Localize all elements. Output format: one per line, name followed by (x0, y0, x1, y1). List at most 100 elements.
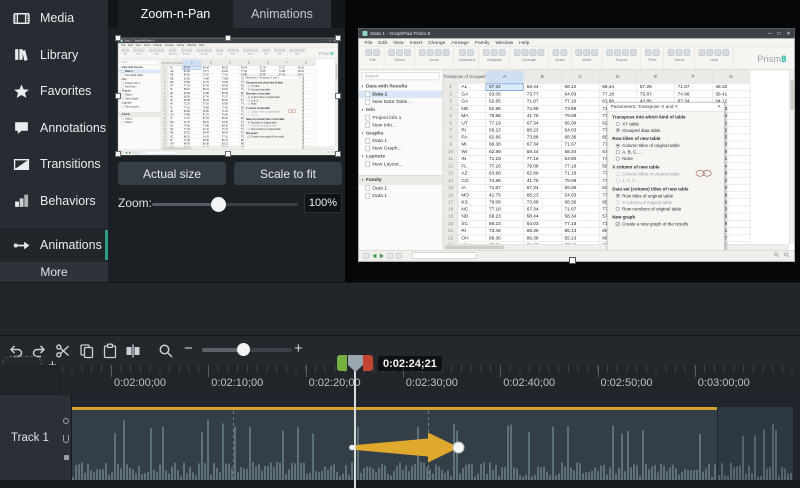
radio-unchecked (616, 178, 620, 182)
selection-handle[interactable] (225, 35, 231, 41)
tab-zoom-n-pan[interactable]: Zoom-n-Pan (118, 0, 233, 28)
column-header: G (712, 70, 750, 83)
data-cell: 73.48 (486, 227, 524, 234)
data-cell: 73.88 (523, 134, 561, 141)
playhead-handle[interactable] (348, 355, 363, 377)
favorites-icon (13, 83, 30, 100)
prism-logo: Prism8 (319, 51, 336, 56)
row-number-cell: 22 (443, 235, 458, 242)
selection-handle[interactable] (115, 35, 121, 41)
playhead-in-handle[interactable] (337, 355, 347, 371)
toolbar-group-label: Write (582, 57, 591, 61)
library-icon (13, 46, 30, 63)
toolbar-group-icons (459, 49, 473, 55)
selection-handle[interactable] (335, 151, 341, 157)
data-cell: 71.87 (523, 98, 561, 105)
ruler-major-tick (695, 365, 696, 377)
timeline-zoom-in-button[interactable]: + (294, 340, 303, 357)
video-canvas[interactable]: Data 1 - GraphPad Prism 8─□✕FileEditView… (345, 0, 800, 282)
prism-logo: Prism8 (757, 54, 791, 64)
row-number-cell: 1 (443, 83, 458, 90)
selection-handle[interactable] (225, 151, 231, 157)
toolbar-group-label: Undo (154, 53, 159, 55)
magnifier-icon (327, 150, 330, 155)
option-label: Column titles of original table (622, 143, 679, 148)
toolbar-icon (149, 49, 152, 52)
radio-checked (616, 194, 620, 198)
family-name: Family (366, 177, 382, 182)
tab-animations[interactable]: Animations (233, 0, 331, 28)
option-label: 1, 2, 3, ... (622, 178, 641, 183)
timeline-zoom-out-button[interactable]: − (184, 340, 193, 357)
ruler-tick-label: 0:02:20;00 (309, 377, 361, 389)
toolbar-group-icons (149, 49, 164, 52)
playhead-out-handle[interactable] (363, 355, 373, 371)
zoom-slider-knob[interactable] (211, 197, 226, 212)
dialog-section: Row titles of new tableColumn titles of … (607, 133, 724, 161)
canvas-selection-handle[interactable] (569, 257, 576, 264)
toolbar-group-label: Export (248, 53, 254, 55)
zoom-n-pan-preview[interactable]: Data 1 - GraphPad Prism 8─□✕FileEditView… (118, 38, 338, 155)
toolbar-group-icons (576, 49, 598, 55)
zoom-n-pan-preview-frame: Data 1 - GraphPad Prism 8─□✕FileEditView… (118, 38, 338, 155)
prism-navigator: Search▾Data with ResultsData 1New Data T… (118, 59, 161, 150)
paste-icon[interactable] (102, 343, 118, 359)
selection-handle[interactable] (115, 151, 121, 157)
sidebar-item-annotations[interactable]: Annotations (0, 110, 108, 147)
data-cell: 74.98 (674, 91, 712, 98)
prism-title-text: Data 1 - GraphPad Prism 8 (370, 31, 430, 36)
video-frame[interactable]: Data 1 - GraphPad Prism 8─□✕FileEditView… (358, 28, 795, 262)
sidebar-item-behaviors[interactable]: Behaviors (0, 183, 108, 220)
family-item-label: Data 1 (125, 121, 132, 124)
actual-size-button[interactable]: Actual size (118, 162, 226, 185)
caret-down-icon: ▾ (120, 113, 121, 115)
data-cell: 68.38 (486, 141, 524, 148)
toolbar-group-undo: Undo (415, 48, 454, 69)
row-title-cell: IN (458, 155, 486, 162)
toolbar-icon (553, 49, 559, 55)
sidebar-item-media[interactable]: Media (0, 0, 108, 37)
cut-icon[interactable] (55, 343, 71, 359)
sidebar-item-favorites[interactable]: Favorites (0, 73, 108, 110)
nav-item: New Graph... (358, 145, 442, 152)
dialog-option: None (246, 102, 300, 105)
selection-handle[interactable] (335, 35, 341, 41)
scale-to-fit-button[interactable]: Scale to fit (234, 162, 342, 185)
timeline-zoom-slider-knob[interactable] (237, 343, 250, 356)
toolbar-group-label: Change (522, 57, 536, 61)
data-cell: 67.34 (523, 141, 561, 148)
option-label: None (251, 102, 256, 105)
prism-titlebar: Data 1 - GraphPad Prism 8─□✕ (358, 28, 794, 38)
row-number-cell: 19 (443, 213, 458, 220)
selection-handle[interactable] (115, 93, 121, 99)
status-icon (396, 253, 401, 258)
toolbar-icon (251, 49, 254, 52)
menu-window: Window (493, 40, 517, 45)
split-icon[interactable] (125, 343, 141, 359)
row-number-cell: 17 (443, 199, 458, 206)
close-icon: ✕ (786, 31, 790, 36)
prism-title-text: Data 1 - GraphPad Prism 8 (124, 39, 154, 42)
toolbar-group-icons (419, 49, 449, 55)
data-cell: 73.88 (523, 199, 561, 206)
zoom-value-field[interactable]: 100% (304, 193, 342, 213)
copy-icon[interactable] (79, 343, 95, 359)
column-header: A (486, 70, 524, 83)
selection-handle[interactable] (335, 93, 341, 99)
nav-forward-icon (129, 151, 131, 154)
toolbar-icon (467, 49, 473, 55)
menu-edit: Edit (375, 40, 390, 45)
toolbar-icon (294, 49, 297, 52)
sidebar-item-animations[interactable]: Animations (0, 228, 108, 262)
row-title-cell: UT (458, 119, 486, 126)
radio-checked (616, 128, 620, 132)
sidebar-item-label: Media (40, 11, 74, 25)
data-cell: 77.18 (599, 91, 637, 98)
sidebar-item-transitions[interactable]: Transitions (0, 146, 108, 183)
sidebar-more-button[interactable]: More (0, 262, 108, 282)
nav-section-header: ▾Graphs (358, 129, 442, 137)
sidebar-item-library[interactable]: Library (0, 37, 108, 74)
prism-statusbar (358, 250, 794, 261)
data-cell: 77.16 (561, 98, 599, 105)
zoom-animation-arrow[interactable] (0, 395, 800, 488)
